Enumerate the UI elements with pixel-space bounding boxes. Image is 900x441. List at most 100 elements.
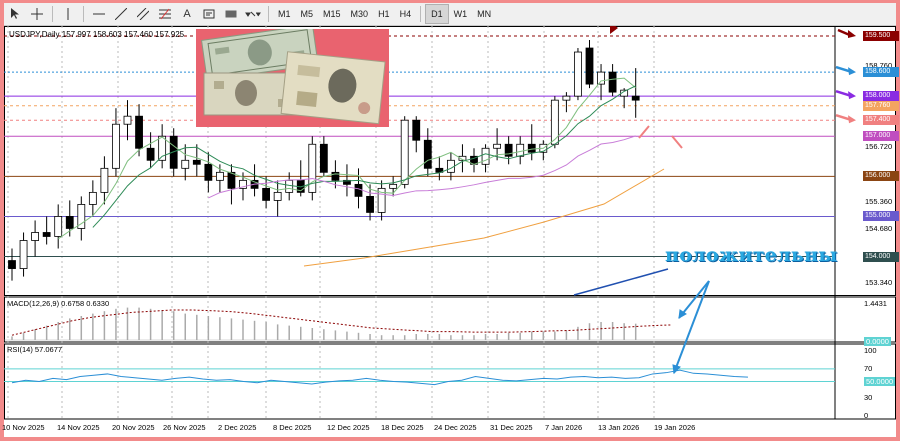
macd-title: MACD(12,26,9) 0.6758 0.6330 (7, 299, 110, 308)
candle-body (192, 159, 201, 165)
candle-body (123, 115, 132, 125)
chart-area[interactable] (4, 26, 896, 437)
candle-body (527, 143, 536, 153)
candle-body (562, 95, 571, 101)
candle-body (42, 232, 51, 237)
timeframe-d1[interactable]: D1 (425, 4, 449, 24)
arrow-head (848, 115, 856, 124)
candle-body (493, 143, 502, 149)
timeframe-bar: M1 M5 M15 M30 H1 H4 D1 W1 MN (273, 4, 496, 24)
date-axis-tick: 20 Nov 2025 (112, 423, 155, 432)
date-axis-tick: 13 Jan 2026 (598, 423, 640, 432)
candle-body (308, 143, 317, 193)
cursor-icon[interactable] (4, 4, 26, 24)
macd-axis-tick: 1.4431 (864, 299, 887, 308)
crosshair-icon[interactable] (26, 4, 48, 24)
shapes-dropdown-icon[interactable] (242, 4, 264, 24)
date-axis-tick: 2 Dec 2025 (218, 423, 257, 432)
candle-body (516, 143, 525, 157)
price-level-label: 157.760 (863, 100, 899, 111)
label-icon[interactable] (198, 4, 220, 24)
rectangle-icon[interactable] (220, 4, 242, 24)
date-axis-tick: 10 Nov 2025 (2, 423, 45, 432)
toolbar-separator (268, 6, 269, 22)
peak-marker-arrow (610, 26, 618, 34)
timeframe-w1[interactable]: W1 (449, 5, 473, 23)
candle-body (8, 260, 16, 269)
price-level-label: 154.000 (863, 251, 899, 262)
date-axis-tick: 19 Jan 2026 (654, 423, 696, 432)
pink-arrow-down (671, 135, 683, 149)
candle-body (412, 119, 421, 141)
candle-body (585, 47, 594, 85)
date-axis-tick: 24 Dec 2025 (434, 423, 477, 432)
candle-body (285, 179, 294, 193)
rsi-axis-tick: 30 (864, 393, 873, 402)
arrow-head (848, 67, 856, 76)
date-axis-tick: 26 Nov 2025 (163, 423, 206, 432)
price-level-label: 157.400 (863, 115, 899, 126)
timeframe-m30[interactable]: M30 (346, 5, 374, 23)
date-axis-tick: 18 Dec 2025 (381, 423, 424, 432)
candle-body (597, 71, 605, 85)
timeframe-m5[interactable]: M5 (296, 5, 319, 23)
date-axis-tick: 7 Jan 2026 (545, 423, 583, 432)
vertical-line-icon[interactable] (57, 4, 79, 24)
candle-body (100, 167, 109, 193)
channel-icon[interactable] (132, 4, 154, 24)
candle-body (181, 159, 190, 169)
candle-body (215, 171, 224, 181)
candle-body (227, 171, 236, 189)
price-level-label: 156.000 (863, 171, 899, 182)
rsi-axis-tick: 50.0000 (864, 377, 896, 386)
candle-body (88, 191, 97, 205)
text-tool-icon[interactable]: A (176, 4, 198, 24)
candle-body (54, 216, 63, 237)
trendline-icon[interactable] (110, 4, 132, 24)
candle-body (389, 183, 398, 189)
timeframe-h1[interactable]: H1 (373, 5, 395, 23)
candle-body (135, 115, 143, 149)
price-level-label: 157.000 (863, 131, 899, 142)
toolbar-separator (83, 6, 84, 22)
rsi-axis-tick: 70 (864, 364, 873, 373)
horizontal-line-icon[interactable] (88, 4, 110, 24)
price-axis-tick: 156.720 (865, 142, 893, 152)
fibonacci-icon[interactable] (154, 4, 176, 24)
annotation-arrow-rsi (673, 280, 710, 374)
candle-body (204, 163, 213, 181)
rsi-axis-tick: 0 (864, 411, 869, 420)
candle-body (273, 191, 282, 201)
rsi-axis-tick: 100 (864, 346, 877, 355)
timeframe-h4[interactable]: H4 (395, 5, 417, 23)
candle-body (19, 240, 28, 269)
toolbar: A M1 M5 M15 M30 H1 H4 D1 W1 MN (4, 3, 896, 26)
timeframe-m15[interactable]: M15 (318, 5, 346, 23)
date-axis-tick: 14 Nov 2025 (57, 423, 100, 432)
macd-signal-line (11, 309, 673, 336)
candle-body (112, 123, 120, 169)
candle-body (65, 216, 74, 229)
date-axis-tick: 12 Dec 2025 (327, 423, 370, 432)
macd-axis-tick: 0.0000 (864, 337, 891, 346)
chart-title: USDJPY,Daily 157.997 158.603 157.460 157… (9, 30, 185, 39)
arrow-head (848, 30, 856, 38)
currency-photo (196, 29, 389, 127)
candle-body (400, 119, 409, 185)
timeframe-mn[interactable]: MN (472, 5, 496, 23)
price-level-label: 158.600 (863, 67, 899, 78)
timeframe-m1[interactable]: M1 (273, 5, 296, 23)
date-axis-tick: 31 Dec 2025 (490, 423, 533, 432)
price-axis-tick: 154.680 (865, 224, 893, 234)
candle-body (550, 99, 559, 145)
candle-body (574, 51, 582, 97)
rsi-title: RSI(14) 57.0677 (7, 345, 63, 354)
toolbar-separator (52, 6, 53, 22)
candle-body (423, 139, 432, 169)
candle-body (608, 71, 617, 93)
candle-body (262, 187, 271, 201)
toolbar-separator (420, 6, 422, 22)
price-level-label: 158.000 (863, 91, 899, 102)
price-axis-tick: 153.340 (865, 278, 893, 287)
candle-body (146, 147, 155, 161)
